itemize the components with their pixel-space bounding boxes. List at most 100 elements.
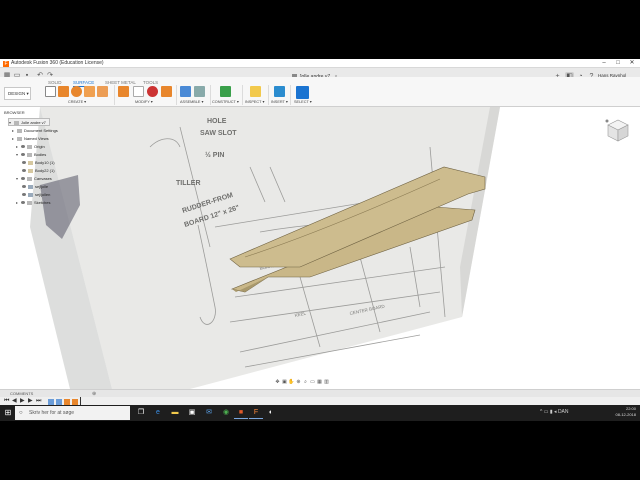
timeline-start-button[interactable]: ⏮ — [4, 397, 9, 405]
canvas-viewport[interactable]: HOLE SAW SLOT ½ PIN TILLER RUDDER-FROM B… — [0, 107, 640, 389]
eye-icon[interactable] — [22, 169, 26, 173]
app-icon[interactable]: ◐ — [264, 407, 278, 419]
measure-icon[interactable] — [250, 86, 261, 97]
browser-item-origin[interactable]: ▸ Origin — [16, 143, 45, 151]
viewcube-icon[interactable] — [604, 116, 632, 144]
trim-icon[interactable] — [133, 86, 144, 97]
display-settings-icon[interactable]: ▭ — [309, 379, 316, 385]
window-title: Autodesk Fusion 360 (Education License) — [11, 60, 104, 66]
loft-icon[interactable] — [97, 86, 108, 97]
inspect-group-label[interactable]: INSPECT ▾ — [245, 99, 264, 104]
browser-item-canvas-1[interactable]: sejljolle — [22, 183, 48, 191]
eye-icon[interactable] — [21, 153, 25, 157]
timeline-feature-icon[interactable] — [56, 398, 62, 405]
assemble-group-label[interactable]: ASSEMBLE ▾ — [180, 99, 203, 104]
comments-label: COMMENTS — [10, 391, 34, 396]
browser-item-sketches[interactable]: ▸ Sketches — [16, 199, 50, 207]
viewports-icon[interactable]: ▥ — [323, 379, 330, 385]
system-tray: ^ ▭ ▮ ◂ DAN — [540, 409, 569, 415]
scene-svg: HOLE SAW SLOT ½ PIN TILLER RUDDER-FROM B… — [30, 107, 500, 389]
zoom-icon[interactable]: ⊕ — [295, 379, 302, 385]
task-view-icon[interactable]: ❐ — [134, 407, 148, 419]
insert-canvas-icon[interactable] — [274, 86, 285, 97]
construct-group-label[interactable]: CONSTRUCT ▾ — [212, 99, 239, 104]
browser-item-bodies[interactable]: ▾ Bodies — [16, 151, 46, 159]
browser-root-item[interactable]: ▾ Jolle andre v7 — [8, 118, 50, 126]
select-icon[interactable] — [296, 86, 309, 99]
comments-panel: COMMENTS ⊕ — [0, 389, 640, 397]
network-icon[interactable]: ▭ — [544, 409, 549, 415]
eye-icon[interactable] — [22, 161, 26, 165]
component-icon — [14, 120, 19, 125]
chevron-up-icon[interactable]: ^ — [540, 409, 542, 415]
workspace-switcher[interactable]: DESIGN ▾ — [4, 87, 31, 100]
new-component-icon[interactable] — [180, 86, 191, 97]
fusion-icon[interactable]: F — [249, 407, 263, 419]
eye-icon[interactable] — [21, 177, 25, 181]
windows-start-icon[interactable]: ⊞ — [3, 408, 13, 418]
close-button[interactable]: ✕ — [626, 59, 638, 68]
taskbar-search[interactable]: ○ Skriv her for at søge — [15, 406, 130, 420]
eye-icon[interactable] — [21, 201, 25, 205]
stitch-icon[interactable] — [161, 86, 172, 97]
pan-icon[interactable]: ✋ — [288, 379, 295, 385]
fusion-window: F Autodesk Fusion 360 (Education License… — [0, 59, 640, 405]
clock[interactable]: 22:00 08-12-2018 — [616, 406, 636, 418]
tab-tools[interactable]: TOOLS — [143, 80, 158, 85]
folder-icon — [27, 176, 32, 181]
battery-icon[interactable]: ▮ — [550, 409, 553, 415]
fit-icon[interactable]: ⌕ — [302, 379, 309, 385]
sweep-icon[interactable] — [84, 86, 95, 97]
chrome-icon[interactable]: ◉ — [219, 407, 233, 419]
orbit-icon[interactable]: ✥ — [274, 379, 281, 385]
store-icon[interactable]: ▣ — [185, 407, 199, 419]
folder-icon — [17, 136, 22, 141]
extrude-icon[interactable] — [58, 86, 69, 97]
timeline-marker[interactable] — [80, 397, 81, 405]
joint-icon[interactable] — [194, 86, 205, 97]
extend-icon[interactable] — [147, 86, 158, 97]
eye-icon[interactable] — [21, 145, 25, 149]
language-indicator[interactable]: DAN — [558, 409, 569, 415]
browser-item-canvases[interactable]: ▾ Canvases — [16, 175, 52, 183]
grid-icon[interactable]: ▦ — [316, 379, 323, 385]
timeline-end-button[interactable]: ⏭ — [36, 397, 41, 405]
browser-item-canvas-2[interactable]: sejljollen — [22, 191, 50, 199]
blueprint-label: HOLE — [207, 118, 227, 125]
timeline-feature-icon[interactable] — [48, 398, 54, 405]
timeline-feature-icon[interactable] — [64, 398, 70, 405]
settings-icon — [17, 128, 22, 133]
body-icon — [28, 168, 33, 173]
minimize-button[interactable]: – — [598, 59, 610, 68]
insert-group-label[interactable]: INSERT ▾ — [271, 99, 288, 104]
timeline-forward-button[interactable]: ▶ — [28, 397, 33, 405]
browser-item-body22[interactable]: Body22 (1) — [22, 167, 55, 175]
mail-icon[interactable]: ✉ — [202, 407, 216, 419]
browser-item-body10[interactable]: Body10 (1) — [22, 159, 55, 167]
edge-icon[interactable]: e — [151, 407, 165, 419]
create-sketch-icon[interactable] — [45, 86, 56, 97]
modify-group-label[interactable]: MODIFY ▾ — [135, 99, 153, 104]
volume-icon[interactable]: ◂ — [554, 409, 557, 415]
timeline-back-button[interactable]: ◀ — [12, 397, 17, 405]
timeline-play-button[interactable]: ▶ — [20, 397, 25, 405]
browser-item-document-settings[interactable]: ▸ Document Settings — [12, 127, 58, 135]
offset-plane-icon[interactable] — [220, 86, 231, 97]
browser-item-named-views[interactable]: ▸ Named Views — [12, 135, 49, 143]
explorer-icon[interactable]: ▬ — [168, 407, 182, 419]
tab-sheet-metal[interactable]: SHEET METAL — [105, 80, 136, 85]
revolve-icon[interactable] — [71, 86, 82, 97]
select-group-label[interactable]: SELECT ▾ — [294, 99, 312, 104]
patch-icon[interactable] — [118, 86, 129, 97]
timeline-feature-icon[interactable] — [72, 398, 78, 405]
maximize-button[interactable]: □ — [612, 59, 624, 68]
look-at-icon[interactable]: ▣ — [281, 379, 288, 385]
eye-icon[interactable] — [22, 185, 26, 189]
tab-solid[interactable]: SOLID — [48, 80, 62, 85]
create-group-label[interactable]: CREATE ▾ — [68, 99, 86, 104]
office-icon[interactable]: ■ — [234, 407, 248, 419]
eye-icon[interactable] — [22, 193, 26, 197]
timeline-bar: ⏮ ◀ ▶ ▶ ⏭ — [0, 397, 640, 405]
title-bar: F Autodesk Fusion 360 (Education License… — [0, 59, 640, 68]
blueprint-label: TILLER — [176, 180, 201, 187]
